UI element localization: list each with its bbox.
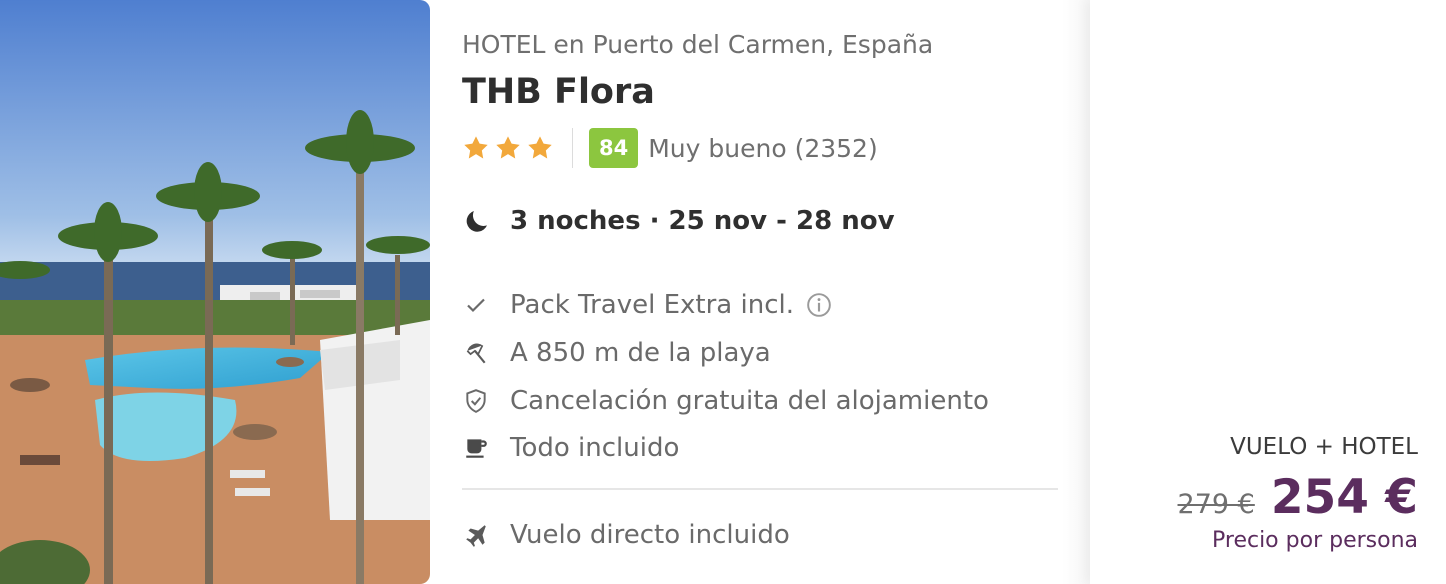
moon-icon [466, 211, 487, 232]
feature-beach-distance: A 850 m de la playa [462, 336, 771, 370]
check-icon [462, 291, 490, 319]
star-icon [496, 136, 520, 159]
feature-text: Vuelo directo incluido [510, 520, 790, 550]
current-price[interactable]: 254 € [1271, 470, 1418, 525]
price-panel[interactable]: VUELO + HOTEL 279 € 254 € Precio por per… [1090, 0, 1446, 584]
hotel-photo[interactable] [0, 0, 430, 584]
hotel-photo-image [0, 0, 430, 584]
beach-umbrella-icon [462, 339, 490, 367]
price-per-person-label: Precio por persona [1212, 528, 1418, 553]
star-rating [462, 134, 554, 162]
panel-shadow [1062, 0, 1090, 584]
price-row: 279 € 254 € [1178, 470, 1418, 525]
star-icon [464, 136, 488, 159]
feature-text: Cancelación gratuita del alojamiento [510, 386, 989, 416]
feature-text: Pack Travel Extra incl. [510, 290, 794, 320]
stay-dates-text: 3 noches · 25 nov - 28 nov [510, 206, 895, 236]
airplane-icon [462, 521, 490, 549]
stay-dates: 3 noches · 25 nov - 28 nov [462, 206, 895, 236]
feature-all-inclusive: Todo incluido [462, 431, 679, 465]
review-score-text[interactable]: Muy bueno (2352) [648, 134, 877, 163]
rating-divider [572, 128, 573, 168]
feature-free-cancellation: Cancelación gratuita del alojamiento [462, 384, 989, 418]
coffee-cup-icon [462, 434, 490, 462]
feature-travel-extra: Pack Travel Extra incl. [462, 288, 832, 322]
rating-row: 84 Muy bueno (2352) [462, 128, 878, 168]
hotel-result-card[interactable]: HOTEL en Puerto del Carmen, España THB F… [0, 0, 1446, 584]
hotel-name[interactable]: THB Flora [462, 72, 655, 112]
old-price: 279 € [1177, 489, 1255, 520]
feature-direct-flight: Vuelo directo incluido [462, 518, 790, 552]
hotel-info: HOTEL en Puerto del Carmen, España THB F… [462, 0, 1062, 584]
shield-check-icon [462, 387, 490, 415]
product-type-label: VUELO + HOTEL [1230, 434, 1418, 460]
info-icon[interactable] [806, 292, 832, 318]
star-icon [528, 136, 552, 159]
feature-text: A 850 m de la playa [510, 338, 771, 368]
review-score-badge: 84 [589, 128, 639, 168]
feature-text: Todo incluido [510, 433, 680, 463]
features-divider [462, 488, 1058, 490]
hotel-location: HOTEL en Puerto del Carmen, España [462, 30, 934, 59]
